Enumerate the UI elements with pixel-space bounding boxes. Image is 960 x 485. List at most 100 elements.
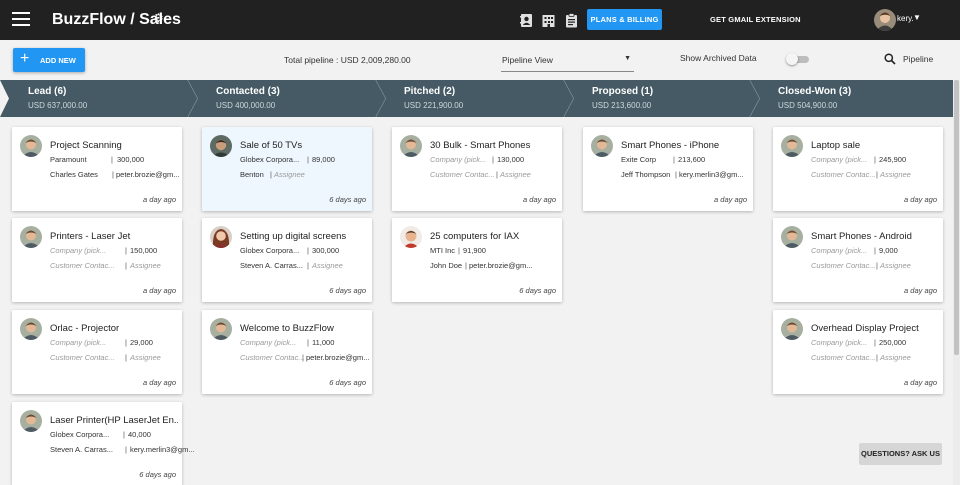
deal-time: a day ago: [714, 195, 747, 204]
avatar: [210, 318, 232, 340]
deal-time: a day ago: [143, 195, 176, 204]
deal-card[interactable]: Overhead Display Project Company (pick...…: [773, 310, 943, 394]
stage-proposed[interactable]: Proposed (1) USD 213,600.00: [564, 80, 760, 117]
deal-company: Exite Corp: [621, 155, 657, 164]
companies-icon[interactable]: [542, 13, 555, 28]
stage-closed-won[interactable]: Closed-Won (3) USD 504,900.00: [750, 80, 953, 117]
separator: |: [123, 430, 125, 439]
deal-card[interactable]: Welcome to BuzzFlow Company (pick... | 11,0…: [202, 310, 372, 394]
separator: |: [125, 261, 127, 270]
total-pipeline: Total pipeline : USD 2,009,280.00: [284, 55, 411, 65]
deal-card[interactable]: Orlac - Projector Company (pick... | 29,000…: [12, 310, 182, 394]
deal-value: 150,000: [130, 246, 158, 255]
deal-company: Company (pick...: [811, 338, 868, 347]
deal-assignee: peter.brozie@gm...: [306, 353, 370, 362]
avatar: [400, 135, 422, 157]
archived-toggle[interactable]: [786, 53, 809, 65]
deal-time: a day ago: [904, 286, 937, 295]
deal-title: 25 computers for IAX: [430, 231, 520, 242]
deal-time: 6 days ago: [329, 286, 366, 295]
plus-icon: +: [20, 50, 30, 67]
deal-card[interactable]: Smart Phones - Android Company (pick... | 9…: [773, 218, 943, 302]
questions-button[interactable]: QUESTIONS? ASK US: [859, 443, 942, 465]
separator: |: [270, 170, 272, 179]
stage-amount: USD 213,600.00: [592, 101, 652, 110]
top-app-bar: BuzzFlow / Sales ⚙ PLANS & BILLING GET G…: [0, 0, 960, 40]
stage-name: Contacted (3): [216, 86, 280, 97]
gear-icon[interactable]: ⚙: [153, 11, 164, 25]
deal-contact: Customer Contac...: [811, 170, 876, 179]
plans-billing-button[interactable]: PLANS & BILLING: [587, 9, 662, 30]
deal-card[interactable]: 30 Bulk - Smart Phones Company (pick... | 1…: [392, 127, 562, 211]
deal-title: Sale of 50 TVs: [240, 140, 303, 151]
stage-lead[interactable]: Lead (6) USD 637,000.00: [0, 80, 198, 117]
stage-contacted[interactable]: Contacted (3) USD 400,000.00: [188, 80, 386, 117]
deal-value: 250,000: [879, 338, 907, 347]
deal-title: Laptop sale: [811, 140, 861, 151]
contacts-icon[interactable]: [520, 13, 533, 28]
deal-contact: Customer Contac...: [811, 353, 876, 362]
deal-company: Company (pick...: [811, 246, 868, 255]
search-icon[interactable]: [884, 53, 896, 65]
deal-contact: Customer Contac...: [240, 353, 305, 362]
deal-time: a day ago: [904, 378, 937, 387]
separator: |: [125, 353, 127, 362]
deal-contact: Jeff Thompson: [621, 170, 671, 179]
deal-card[interactable]: Setting up digital screens Globex Corpora…: [202, 218, 372, 302]
deal-time: 6 days ago: [519, 286, 556, 295]
deal-contact: Benton: [240, 170, 264, 179]
deal-value: 130,000: [497, 155, 525, 164]
deal-title: Setting up digital screens: [240, 231, 347, 242]
deal-contact: Charles Gates: [50, 170, 98, 179]
stage-amount: USD 504,900.00: [778, 101, 838, 110]
deal-card[interactable]: Printers - Laser Jet Company (pick... | 150…: [12, 218, 182, 302]
avatar: [210, 226, 232, 248]
deal-value: 300,000: [117, 155, 145, 164]
deal-assignee: peter.brozie@gm...: [116, 170, 180, 179]
deal-card[interactable]: Laser Printer(HP LaserJet En... Globex Co…: [12, 402, 195, 485]
deal-value: 9,000: [879, 246, 898, 255]
deal-contact: John Doe: [430, 261, 463, 270]
deal-company: Globex Corpora...: [240, 246, 300, 255]
search-label[interactable]: Pipeline: [903, 54, 933, 64]
deal-assignee: peter.brozie@gm...: [469, 261, 533, 270]
gmail-extension-link[interactable]: GET GMAIL EXTENSION: [710, 15, 801, 24]
separator: |: [111, 155, 113, 164]
chevron-down-icon: ▼: [624, 55, 631, 62]
avatar: [20, 318, 42, 340]
separator: |: [874, 338, 876, 347]
deal-card[interactable]: 25 computers for IAX MTI Inc | 91,900 John D…: [392, 218, 562, 302]
separator: |: [492, 155, 494, 164]
avatar: [20, 410, 42, 432]
deal-card[interactable]: Laptop sale Company (pick... | 245,900 Custo…: [773, 127, 943, 211]
deal-value: 40,000: [128, 430, 151, 439]
deal-company: MTI Inc: [430, 246, 456, 255]
user-avatar[interactable]: [874, 9, 896, 31]
deal-contact: Steven A. Carras...: [240, 261, 303, 270]
separator: |: [496, 170, 498, 179]
separator: |: [307, 338, 309, 347]
stage-name: Lead (6): [28, 86, 67, 97]
separator: |: [673, 155, 675, 164]
scrollbar-thumb[interactable]: [954, 80, 959, 355]
caret-down-icon[interactable]: ▼: [913, 13, 921, 22]
avatar: [210, 135, 232, 157]
separator: |: [307, 155, 309, 164]
deal-card[interactable]: Sale of 50 TVs Globex Corpora... | 89,000 Be…: [202, 127, 372, 211]
avatar: [591, 135, 613, 157]
user-name[interactable]: kery.: [897, 14, 914, 23]
stage-pitched[interactable]: Pitched (2) USD 221,900.00: [376, 80, 574, 117]
deal-value: 29,000: [130, 338, 153, 347]
add-new-button[interactable]: + ADD NEW: [13, 48, 85, 72]
avatar: [781, 135, 803, 157]
stage-name: Closed-Won (3): [778, 86, 852, 97]
add-new-label: ADD NEW: [40, 56, 76, 65]
clipboard-icon[interactable]: [565, 13, 578, 28]
avatar: [781, 318, 803, 340]
menu-icon[interactable]: [12, 12, 30, 26]
deal-assignee: Assignee: [880, 353, 911, 362]
deal-card[interactable]: Project Scanning Paramount | 300,000 Charles…: [12, 127, 182, 211]
deal-card[interactable]: Smart Phones - iPhone Exite Corp | 213,600 J…: [583, 127, 753, 211]
separator: |: [876, 261, 878, 270]
pipeline-view-select[interactable]: Pipeline View ▼: [501, 52, 634, 72]
